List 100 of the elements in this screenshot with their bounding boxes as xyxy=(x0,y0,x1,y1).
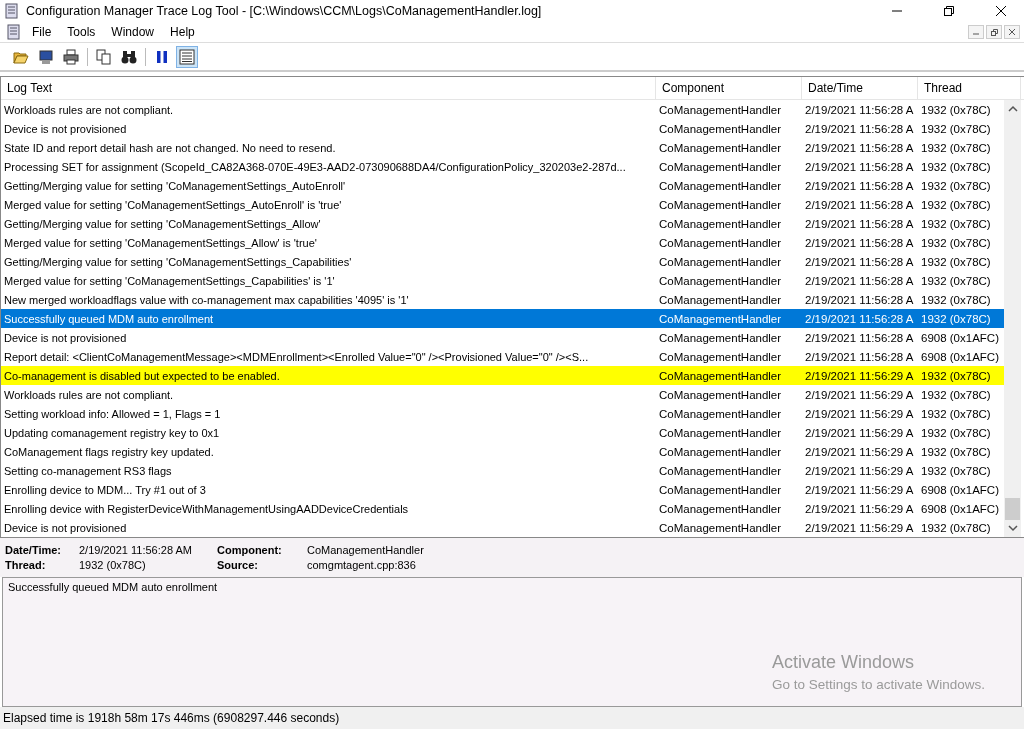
log-text-cell-text: Device is not provisioned xyxy=(3,520,128,536)
menu-item[interactable]: Tools xyxy=(61,25,102,39)
datetime-cell-text: 2/19/2021 11:56:29 A xyxy=(804,425,915,441)
thread-cell-text: 1932 (0x78C) xyxy=(920,406,992,422)
component-cell-text: CoManagementHandler xyxy=(658,216,783,232)
component-cell-text: CoManagementHandler xyxy=(658,406,783,422)
thread-cell-text: 1932 (0x78C) xyxy=(920,235,992,251)
datetime-cell-text: 2/19/2021 11:56:29 A xyxy=(804,520,915,536)
menu-item[interactable]: File xyxy=(26,25,58,39)
component-cell-text: CoManagementHandler xyxy=(658,197,783,213)
component-cell-text: CoManagementHandler xyxy=(658,482,783,498)
printer-button[interactable] xyxy=(60,46,82,68)
thread-cell-text: 1932 (0x78C) xyxy=(920,121,992,137)
thread-cell-text: 6908 (0x1AFC) xyxy=(920,330,1000,346)
restore-icon xyxy=(990,28,998,36)
detail-value: 1932 (0x78C) xyxy=(79,559,147,571)
thread-cell-text: 1932 (0x78C) xyxy=(920,520,992,536)
pause-icon xyxy=(154,49,170,65)
close-icon xyxy=(1009,29,1015,35)
chevron-up-icon[interactable] xyxy=(1007,105,1018,113)
chevron-down-icon[interactable] xyxy=(1007,524,1018,532)
detail-value: 2/19/2021 11:56:28 AM xyxy=(79,544,193,556)
close-button[interactable] xyxy=(1004,25,1020,39)
folder-open-icon xyxy=(13,49,29,65)
datetime-cell-text: 2/19/2021 11:56:29 A xyxy=(804,501,915,517)
window-title: Configuration Manager Trace Log Tool - [C:\Windows\CCM\Logs\CoManagementHandler.log] xyxy=(26,4,543,18)
detail-value: CoManagementHandler xyxy=(307,544,425,556)
component-cell-text: CoManagementHandler xyxy=(658,102,783,118)
column-header[interactable]: Component xyxy=(656,77,802,99)
component-cell-text: CoManagementHandler xyxy=(658,140,783,156)
datetime-cell-text: 2/19/2021 11:56:28 A xyxy=(804,102,915,118)
detail-value: comgmtagent.cpp:836 xyxy=(307,559,417,571)
log-text-cell-text: CoManagement flags registry key updated. xyxy=(3,444,215,460)
log-text-cell-text: New merged workloadflags value with co-management max capabilities '4095' is '1' xyxy=(3,292,410,308)
datetime-cell-text: 2/19/2021 11:56:29 A xyxy=(804,444,915,460)
component-cell-text: CoManagementHandler xyxy=(658,292,783,308)
list-button[interactable] xyxy=(176,46,198,68)
log-text-cell-text: Getting/Merging value for setting 'CoManagementSettings_Capabilities' xyxy=(3,254,353,270)
log-row[interactable]: Successfully queued MDM auto enrollment CoManagementHandler 2/19/2021 11:56:28 A 1932 (0x78C) xyxy=(1,309,1004,328)
log-text-cell-text: Merged value for setting 'CoManagementSettings_AutoEnroll' is 'true' xyxy=(3,197,343,213)
datetime-cell-text: 2/19/2021 11:56:28 A xyxy=(804,235,915,251)
thread-cell-text: 1932 (0x78C) xyxy=(920,463,992,479)
message-text: Successfully queued MDM auto enrollment xyxy=(7,580,219,595)
log-row[interactable]: Co-management is disabled but expected to be enabled. CoManagementHandler 2/19/2021 11:56:29 A 1932 (0x78C) xyxy=(1,366,1004,385)
log-text-cell-text: Device is not provisioned xyxy=(3,121,128,137)
thread-cell-text: 1932 (0x78C) xyxy=(920,444,992,460)
vertical-scrollbar[interactable] xyxy=(1004,100,1021,537)
datetime-cell-text: 2/19/2021 11:56:29 A xyxy=(804,463,915,479)
log-text-cell-text: Report detail: <ClientCoManagementMessage><MDMEnrollment><Enrolled Value="0" /><Provisioned Value="0" /><S... xyxy=(3,349,590,365)
column-header[interactable]: Date/Time xyxy=(802,77,918,99)
component-cell-text: CoManagementHandler xyxy=(658,349,783,365)
component-cell-text: CoManagementHandler xyxy=(658,444,783,460)
restore-button[interactable] xyxy=(986,25,1002,39)
thread-cell-text: 1932 (0x78C) xyxy=(920,311,992,327)
thread-cell-text: 1932 (0x78C) xyxy=(920,254,992,270)
thread-cell-text: 1932 (0x78C) xyxy=(920,368,992,384)
log-text-cell-text: Merged value for setting 'CoManagementSettings_Allow' is 'true' xyxy=(3,235,318,251)
datetime-cell-text: 2/19/2021 11:56:28 A xyxy=(804,216,915,232)
log-text-cell-text: Workloads rules are not compliant. xyxy=(3,387,175,403)
menu-item[interactable]: Window xyxy=(105,25,161,39)
component-cell-text: CoManagementHandler xyxy=(658,159,783,175)
document-icon xyxy=(6,24,22,40)
log-text-cell-text: Co-management is disabled but expected to be enabled. xyxy=(3,368,281,384)
close-icon xyxy=(996,6,1006,16)
datetime-cell-text: 2/19/2021 11:56:28 A xyxy=(804,311,915,327)
thread-cell-text: 1932 (0x78C) xyxy=(920,140,992,156)
log-text-cell-text: Merged value for setting 'CoManagementSettings_Capabilities' is '1' xyxy=(3,273,336,289)
log-text-cell-text: Setting workload info: Allowed = 1, Flags = 1 xyxy=(3,406,222,422)
column-header[interactable]: Log Text xyxy=(1,77,656,99)
thread-cell-text: 1932 (0x78C) xyxy=(920,102,992,118)
thread-cell-text: 6908 (0x1AFC) xyxy=(920,482,1000,498)
log-text-cell-text: Device is not provisioned xyxy=(3,330,128,346)
menu-item[interactable]: Help xyxy=(164,25,201,39)
scrollbar-thumb[interactable] xyxy=(1005,498,1020,520)
restore-icon xyxy=(944,6,954,16)
component-cell-text: CoManagementHandler xyxy=(658,235,783,251)
datetime-cell-text: 2/19/2021 11:56:28 A xyxy=(804,197,915,213)
detail-label: Source: xyxy=(217,559,259,571)
datetime-cell-text: 2/19/2021 11:56:28 A xyxy=(804,140,915,156)
thread-cell-text: 1932 (0x78C) xyxy=(920,425,992,441)
log-text-cell-text: Enrolling device to MDM... Try #1 out of 3 xyxy=(3,482,207,498)
column-header[interactable]: Thread xyxy=(918,77,1021,99)
thread-cell-text: 1932 (0x78C) xyxy=(920,216,992,232)
log-text-cell-text: Getting/Merging value for setting 'CoManagementSettings_Allow' xyxy=(3,216,322,232)
binoculars-icon xyxy=(121,49,137,65)
thread-cell-text: 1932 (0x78C) xyxy=(920,273,992,289)
component-cell-text: CoManagementHandler xyxy=(658,387,783,403)
datetime-cell-text: 2/19/2021 11:56:28 A xyxy=(804,273,915,289)
datetime-cell-text: 2/19/2021 11:56:28 A xyxy=(804,292,915,308)
log-text-cell-text: Getting/Merging value for setting 'CoManagementSettings_AutoEnroll' xyxy=(3,178,347,194)
datetime-cell-text: 2/19/2021 11:56:29 A xyxy=(804,406,915,422)
activation-subtitle: Go to Settings to activate Windows. xyxy=(771,677,985,692)
component-cell-text: CoManagementHandler xyxy=(658,254,783,270)
thread-cell-text: 6908 (0x1AFC) xyxy=(920,501,1000,517)
datetime-cell-text: 2/19/2021 11:56:28 A xyxy=(804,330,915,346)
thread-cell-text: 1932 (0x78C) xyxy=(920,387,992,403)
datetime-cell-text: 2/19/2021 11:56:28 A xyxy=(804,121,915,137)
component-cell-text: CoManagementHandler xyxy=(658,330,783,346)
component-cell-text: CoManagementHandler xyxy=(658,520,783,536)
detail-label: Thread: xyxy=(5,559,47,571)
